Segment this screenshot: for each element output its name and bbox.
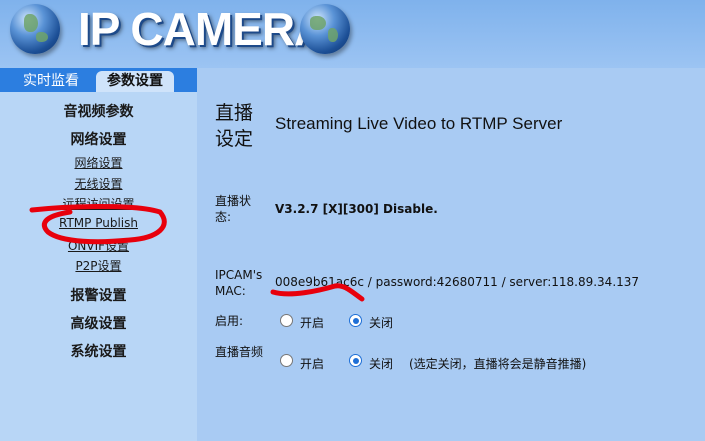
- menu-alarm[interactable]: 报警设置: [0, 285, 197, 305]
- status-label: 直播状态:: [215, 194, 252, 224]
- tab-parameter-settings[interactable]: 参数设置: [96, 71, 174, 92]
- audio-off-label: 关闭: [369, 357, 394, 371]
- menu-av-params[interactable]: 音视频参数: [0, 101, 197, 121]
- enable-on-label: 开启: [300, 316, 325, 330]
- enable-off-label: 关闭: [369, 316, 394, 330]
- menu-item-p2p[interactable]: P2P设置: [0, 257, 197, 274]
- status-value: V3.2.7 [X][300] Disable.: [275, 202, 438, 216]
- menu-item-remote-access[interactable]: 远程访问设置: [0, 195, 197, 212]
- main-panel: 直播设定 Streaming Live Video to RTMP Server…: [197, 68, 705, 441]
- tab-live-view[interactable]: 实时监看: [12, 71, 90, 92]
- app-title: IP CAMERA: [78, 3, 327, 55]
- audio-off-radio[interactable]: [349, 354, 362, 367]
- audio-note: (选定关闭，直播将会是静音推播): [409, 357, 587, 371]
- menu-system[interactable]: 系统设置: [0, 341, 197, 361]
- menu-item-rtmp-publish[interactable]: RTMP Publish: [0, 216, 197, 230]
- tab-bar: 实时监看 参数设置: [0, 68, 197, 92]
- mac-value: 008e9b61ac6c / password:42680711 / serve…: [275, 275, 640, 289]
- page-subtitle: Streaming Live Video to RTMP Server: [275, 114, 563, 133]
- sidebar: 实时监看 参数设置 音视频参数 网络设置 网络设置 无线设置 远程访问设置 RT…: [0, 68, 197, 441]
- audio-label: 直播音频: [215, 345, 264, 359]
- enable-on-radio[interactable]: [280, 314, 293, 327]
- menu-network[interactable]: 网络设置: [0, 129, 197, 149]
- globe-icon: [300, 4, 350, 54]
- globe-icon: [10, 4, 60, 54]
- audio-on-radio[interactable]: [280, 354, 293, 367]
- menu-item-onvif[interactable]: ONVIF设置: [0, 237, 197, 254]
- menu-item-wireless[interactable]: 无线设置: [0, 175, 197, 192]
- audio-on-label: 开启: [300, 357, 325, 371]
- menu-advanced[interactable]: 高级设置: [0, 313, 197, 333]
- menu-item-network-settings[interactable]: 网络设置: [0, 154, 197, 171]
- header-banner: IP CAMERA: [0, 0, 705, 68]
- enable-label: 启用:: [215, 314, 244, 328]
- enable-off-radio[interactable]: [349, 314, 362, 327]
- mac-label: IPCAM's MAC:: [215, 268, 263, 298]
- page-title: 直播设定: [215, 102, 254, 150]
